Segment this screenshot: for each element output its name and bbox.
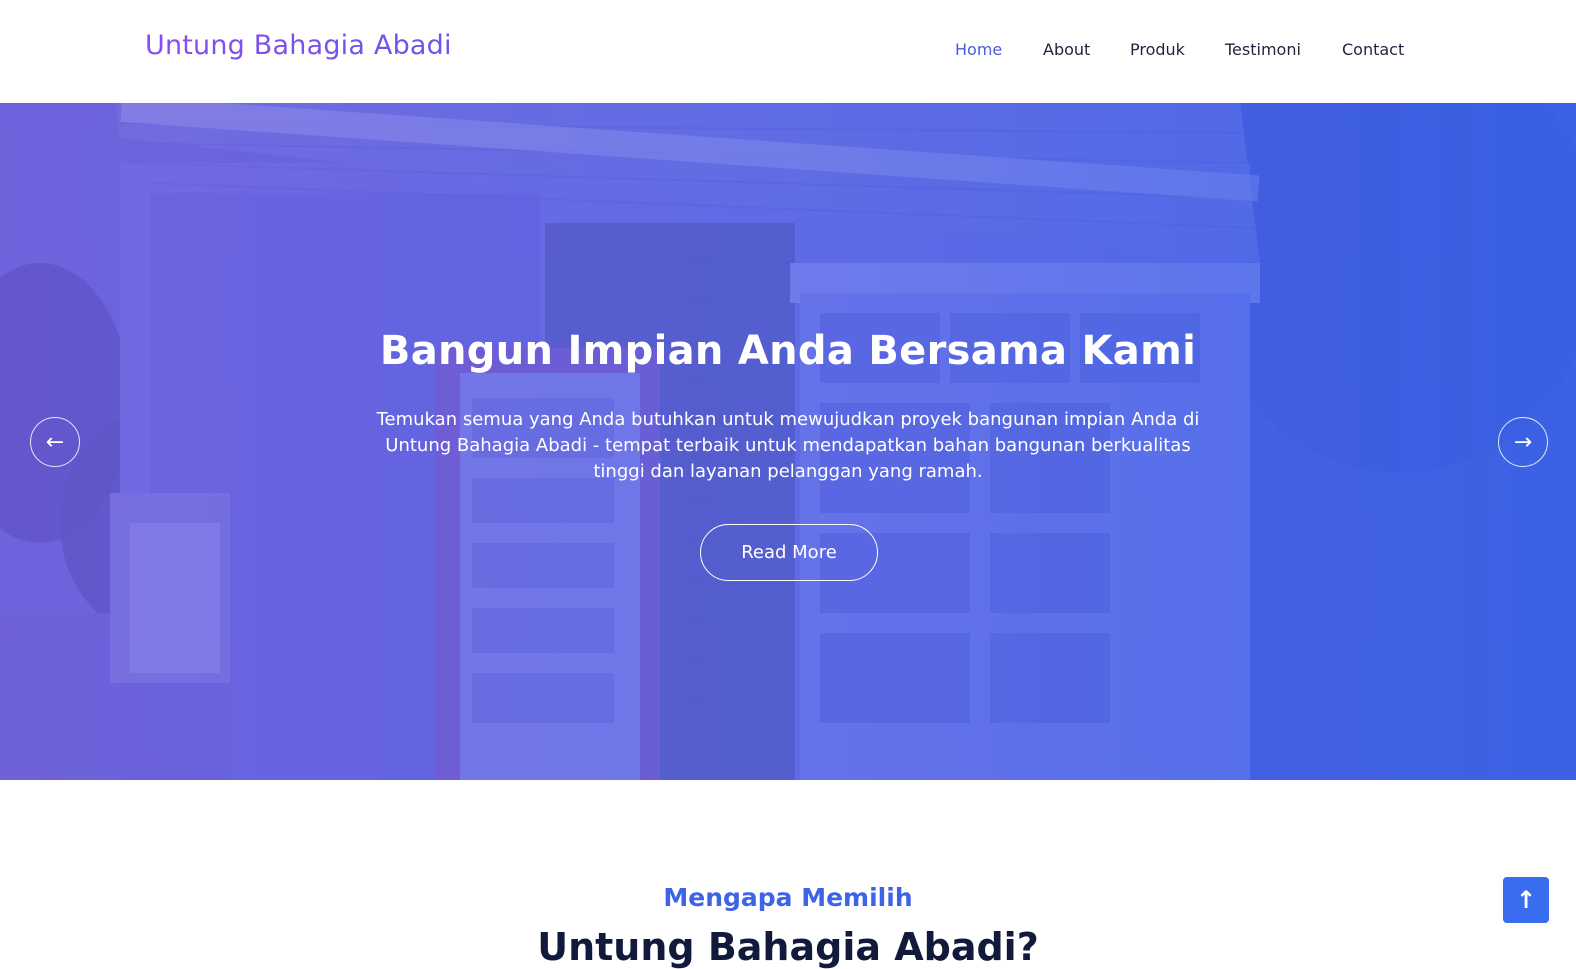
section-eyebrow: Mengapa Memilih [663, 883, 913, 912]
back-to-top-button[interactable]: ↑ [1503, 877, 1549, 923]
nav-about[interactable]: About [1043, 40, 1090, 59]
main-nav: Home About Produk Testimoni Contact [0, 40, 1576, 64]
nav-home[interactable]: Home [955, 40, 1002, 59]
carousel-prev-button[interactable]: ← [30, 417, 80, 467]
site-header: Untung Bahagia Abadi Home About Produk T… [0, 0, 1576, 103]
hero-carousel: Bangun Impian Anda Bersama Kami Temukan … [0, 103, 1576, 780]
nav-contact[interactable]: Contact [1342, 40, 1404, 59]
arrow-up-icon: ↑ [1515, 886, 1537, 914]
arrow-left-icon: ← [45, 429, 65, 455]
nav-testimoni[interactable]: Testimoni [1225, 40, 1301, 59]
read-more-button[interactable]: Read More [700, 524, 878, 581]
section-title: Untung Bahagia Abadi? [537, 925, 1039, 969]
arrow-right-icon: → [1513, 429, 1533, 455]
hero-description: Temukan semua yang Anda butuhkan untuk m… [376, 409, 1200, 482]
nav-produk[interactable]: Produk [1130, 40, 1185, 59]
carousel-next-button[interactable]: → [1498, 417, 1548, 467]
hero-title: Bangun Impian Anda Bersama Kami [379, 328, 1197, 374]
